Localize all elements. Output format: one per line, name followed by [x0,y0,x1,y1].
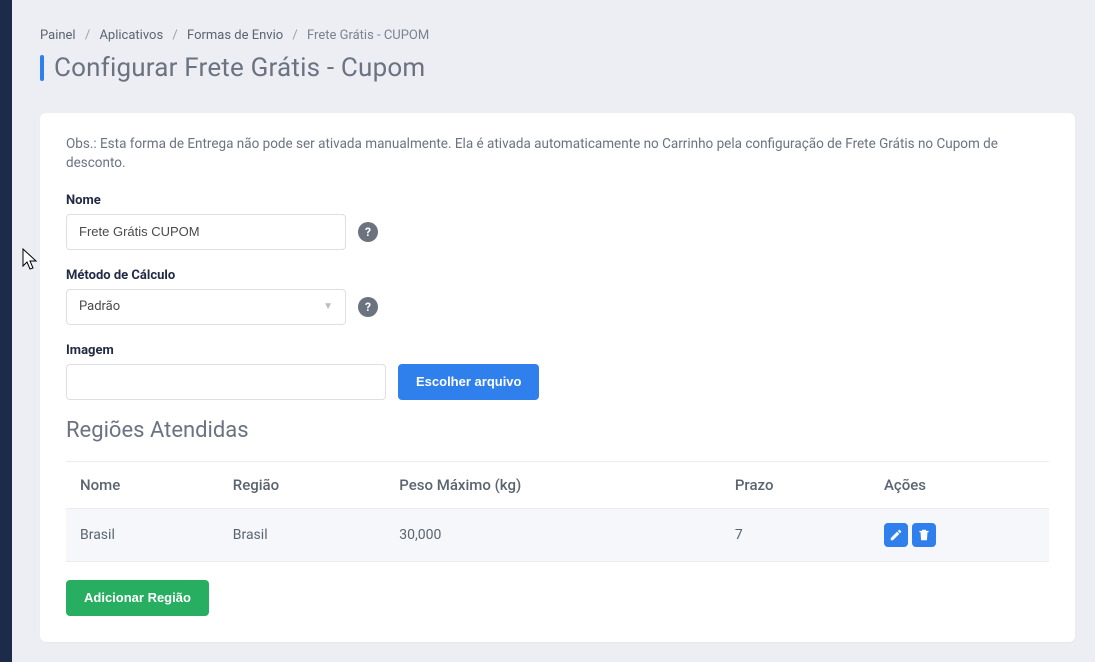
imagem-display-input[interactable] [66,364,386,400]
main-content: Painel / Aplicativos / Formas de Envio /… [12,0,1095,662]
pencil-icon [889,528,903,542]
edit-button[interactable] [884,523,908,547]
breadcrumb-separator: / [292,28,297,43]
delete-button[interactable] [912,523,936,547]
help-icon[interactable]: ? [358,222,378,242]
nome-label: Nome [66,193,1049,208]
page-title-accent-bar [40,55,44,81]
cell-peso: 30,000 [385,508,721,561]
escolher-arquivo-button[interactable]: Escolher arquivo [398,364,539,400]
cell-regiao: Brasil [219,508,386,561]
trash-icon [917,528,931,542]
adicionar-regiao-button[interactable]: Adicionar Região [66,580,209,616]
col-acoes: Ações [870,461,1049,508]
breadcrumb-link-painel[interactable]: Painel [40,28,76,43]
breadcrumb-separator: / [172,28,177,43]
info-note: Obs.: Esta forma de Entrega não pode ser… [66,135,1049,173]
imagem-label: Imagem [66,343,1049,358]
col-nome: Nome [66,461,219,508]
cell-acoes [870,508,1049,561]
metodo-selected-value: Padrão [79,299,120,314]
page-title: Configurar Frete Grátis - Cupom [54,53,425,83]
sidebar-stub [0,0,12,662]
form-row-nome: Nome ? [66,193,1049,250]
form-row-imagem: Imagem Escolher arquivo [66,343,1049,400]
breadcrumb-link-aplicativos[interactable]: Aplicativos [99,28,163,43]
chevron-down-icon: ▼ [323,301,333,312]
breadcrumb-current: Frete Grátis - CUPOM [307,28,429,43]
help-icon[interactable]: ? [358,297,378,317]
cell-prazo: 7 [721,508,870,561]
breadcrumb-link-formas-envio[interactable]: Formas de Envio [187,28,283,43]
metodo-select[interactable]: Padrão ▼ [66,289,346,325]
table-row: Brasil Brasil 30,000 7 [66,508,1049,561]
breadcrumb-separator: / [85,28,90,43]
cell-nome: Brasil [66,508,219,561]
page-title-row: Configurar Frete Grátis - Cupom [40,53,1075,83]
config-card: Obs.: Esta forma de Entrega não pode ser… [40,113,1075,642]
breadcrumb: Painel / Aplicativos / Formas de Envio /… [40,28,1075,43]
col-peso: Peso Máximo (kg) [385,461,721,508]
regions-title: Regiões Atendidas [66,418,1049,443]
regions-table: Nome Região Peso Máximo (kg) Prazo Ações… [66,461,1049,562]
form-row-metodo: Método de Cálculo Padrão ▼ ? [66,268,1049,325]
metodo-label: Método de Cálculo [66,268,1049,283]
col-regiao: Região [219,461,386,508]
col-prazo: Prazo [721,461,870,508]
nome-input[interactable] [66,214,346,250]
